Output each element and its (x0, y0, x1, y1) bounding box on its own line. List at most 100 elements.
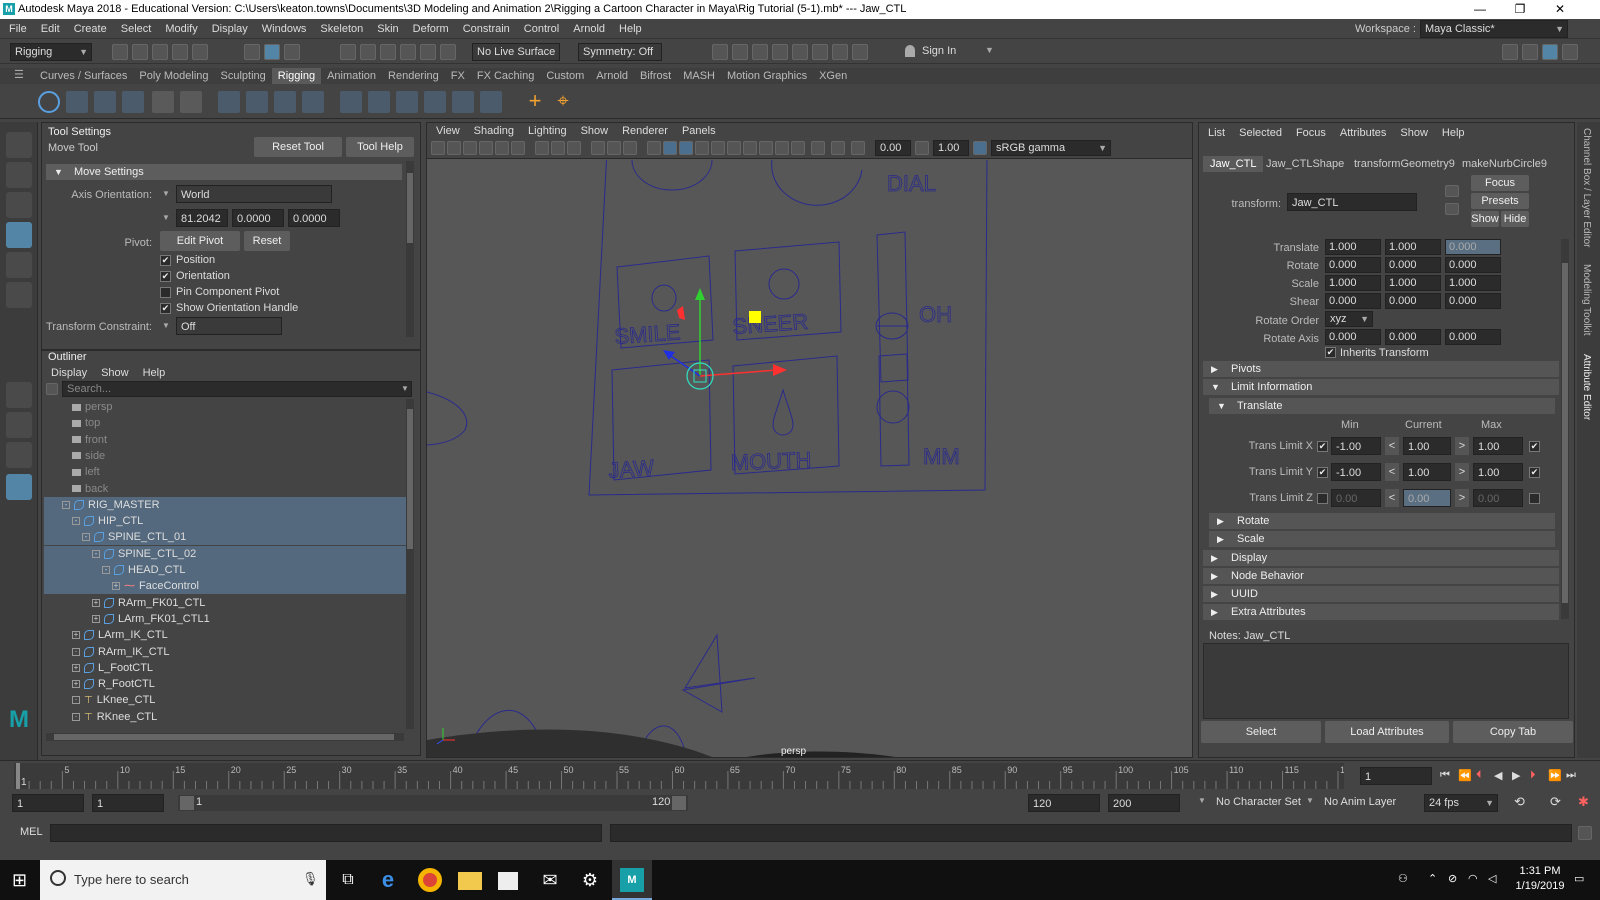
film-gate-icon[interactable] (551, 141, 565, 155)
attr-menu-focus[interactable]: Focus (1289, 125, 1333, 141)
pole-vector-icon[interactable] (480, 91, 502, 113)
script-editor-icon[interactable] (1578, 826, 1592, 840)
outliner-scrollbar[interactable] (406, 399, 414, 729)
sign-in-dropdown-icon[interactable]: ▼ (985, 45, 994, 55)
hide-button[interactable]: Hide (1501, 211, 1529, 227)
mail-icon[interactable]: ✉ (538, 868, 562, 892)
quick-rig-icon[interactable] (152, 91, 174, 113)
render-current-icon[interactable] (732, 44, 748, 60)
focus-button[interactable]: Focus (1471, 175, 1529, 191)
point-constraint-icon[interactable] (368, 91, 390, 113)
clock-date[interactable]: 1/19/2019 (1512, 880, 1568, 892)
show-button[interactable]: Show (1471, 211, 1499, 227)
transform-scale-y[interactable]: 1.000 (1385, 275, 1441, 291)
transform-rotate-x[interactable]: 0.000 (1325, 257, 1381, 273)
ipr-render-icon[interactable] (752, 44, 768, 60)
outliner-item[interactable]: + LArm_IK_CTL (44, 627, 406, 643)
smooth-shade-icon[interactable] (607, 141, 621, 155)
outliner-item[interactable]: - HIP_CTL (44, 513, 406, 530)
save-scene-icon[interactable] (152, 44, 168, 60)
playback-end-field[interactable]: 120 (1028, 794, 1100, 812)
go-to-end-icon[interactable]: ⏭ (1566, 769, 1576, 782)
axis-orientation-select[interactable]: World (176, 185, 332, 203)
redo-icon[interactable] (192, 44, 208, 60)
outliner-filter-icon[interactable] (46, 383, 58, 395)
render-view-icon[interactable] (712, 44, 728, 60)
uuid-section[interactable]: ▶ UUID (1203, 586, 1559, 602)
limit-max-checkbox[interactable]: ✔ (1529, 441, 1540, 452)
viewport-menu-view[interactable]: View (429, 123, 467, 139)
load-attributes-button[interactable]: Load Attributes (1325, 721, 1449, 743)
playback-start-field[interactable]: 1 (92, 794, 164, 812)
viewport-menu-renderer[interactable]: Renderer (615, 123, 675, 139)
set-max-button[interactable]: > (1455, 437, 1469, 455)
attr-menu-show[interactable]: Show (1393, 125, 1435, 141)
scale-constraint-icon[interactable] (424, 91, 446, 113)
outliner-menu-show[interactable]: Show (94, 365, 136, 381)
shelf-tab-rendering[interactable]: Rendering (382, 68, 445, 84)
current-frame-field[interactable]: 1 (1360, 767, 1432, 785)
grid-toggle-icon[interactable] (535, 141, 549, 155)
gamma-field[interactable]: 1.00 (933, 140, 969, 156)
move-tool-icon[interactable] (6, 222, 32, 248)
transform-scale-z[interactable]: 1.000 (1445, 275, 1501, 291)
limit-min-field[interactable]: 0.00 (1331, 489, 1381, 507)
outliner-item[interactable]: left (44, 464, 406, 480)
set-min-button[interactable]: < (1385, 437, 1399, 455)
outliner-item[interactable]: - HEAD_CTL (44, 562, 406, 578)
modeling-toolkit-tab[interactable]: Modeling Toolkit (1581, 264, 1592, 336)
limit-max-field[interactable]: 1.00 (1473, 437, 1523, 455)
outliner-item[interactable]: front (44, 432, 406, 448)
rotate-axis-z[interactable]: 0.000 (1445, 329, 1501, 345)
tool-settings-scrollbar[interactable] (406, 161, 414, 337)
outliner-item[interactable]: + RArm_FK01_CTL (44, 595, 406, 611)
transform-name-field[interactable]: Jaw_CTL (1287, 193, 1417, 211)
rotate-axis-y[interactable]: 0.000 (1385, 329, 1441, 345)
edge-browser-icon[interactable]: e (376, 868, 400, 892)
volume-icon[interactable]: ◁ (1488, 872, 1496, 885)
orient-constraint-icon[interactable] (396, 91, 418, 113)
axis-value-y[interactable]: 0.0000 (232, 209, 284, 227)
shelf-tab-fx[interactable]: FX (445, 68, 471, 84)
create-joints-icon[interactable] (38, 91, 60, 113)
move-settings-section[interactable]: ▼ Move Settings (46, 164, 402, 180)
rotate-tool-icon[interactable] (6, 252, 32, 278)
select-component-icon[interactable] (284, 44, 300, 60)
transform-shear-z[interactable]: 0.000 (1445, 293, 1501, 309)
depth-of-field-icon[interactable] (811, 141, 825, 155)
exposure-field[interactable]: 0.00 (875, 140, 911, 156)
taskbar-search-box[interactable]: Type here to search 🎙 (40, 860, 326, 900)
symmetry-select[interactable]: Symmetry: Off (578, 43, 662, 61)
human-ik-icon[interactable] (1522, 44, 1538, 60)
viewport-menu-lighting[interactable]: Lighting (521, 123, 574, 139)
limit-translate-section[interactable]: ▼ Translate (1209, 398, 1555, 414)
anim-layer-select[interactable]: No Anim Layer (1324, 796, 1396, 808)
viewport-panel[interactable]: View Shading Lighting Show Renderer Panels 0.… (426, 122, 1193, 758)
render-settings-icon[interactable] (772, 44, 788, 60)
undo-icon[interactable] (172, 44, 188, 60)
outliner-item[interactable]: top (44, 415, 406, 431)
four-pane-layout-icon[interactable] (6, 412, 32, 438)
custom-plus-icon[interactable]: + (524, 90, 546, 113)
select-node-icon[interactable] (1445, 185, 1459, 197)
timeline-track[interactable]: 5 10 15 20 25 30 35 40 45 50 55 60 65 70 75 80 85 90 95 100… (14, 763, 1355, 789)
axis-value-x[interactable]: 81.2042 (176, 209, 228, 227)
play-backwards-icon[interactable]: ◀ (1494, 769, 1502, 782)
maya-taskbar-button[interactable]: M (612, 860, 652, 900)
limit-min-checkbox[interactable]: ✔ (1317, 467, 1328, 478)
file-explorer-icon[interactable] (458, 872, 482, 890)
step-forward-frame-icon[interactable]: ⏵ (1530, 769, 1536, 782)
reset-tool-button[interactable]: Reset Tool (254, 137, 342, 157)
attr-menu-list[interactable]: List (1201, 125, 1232, 141)
select-hierarchy-icon[interactable] (244, 44, 260, 60)
outliner-item[interactable]: + L_FootCTL (44, 660, 406, 676)
shelf-tab-xgen[interactable]: XGen (813, 68, 853, 84)
timeline-current-marker[interactable] (16, 763, 20, 789)
resolution-gate-icon[interactable] (567, 141, 581, 155)
shelf-tab-rigging[interactable]: Rigging (271, 68, 322, 84)
limit-max-checkbox[interactable]: ✔ (1529, 467, 1540, 478)
close-button[interactable]: ✕ (1540, 0, 1580, 19)
extra-attributes-section[interactable]: ▶ Extra Attributes (1203, 604, 1559, 620)
channel-box-tab[interactable]: Channel Box / Layer Editor (1581, 128, 1592, 248)
tree-expander-icon[interactable]: + (72, 663, 80, 672)
